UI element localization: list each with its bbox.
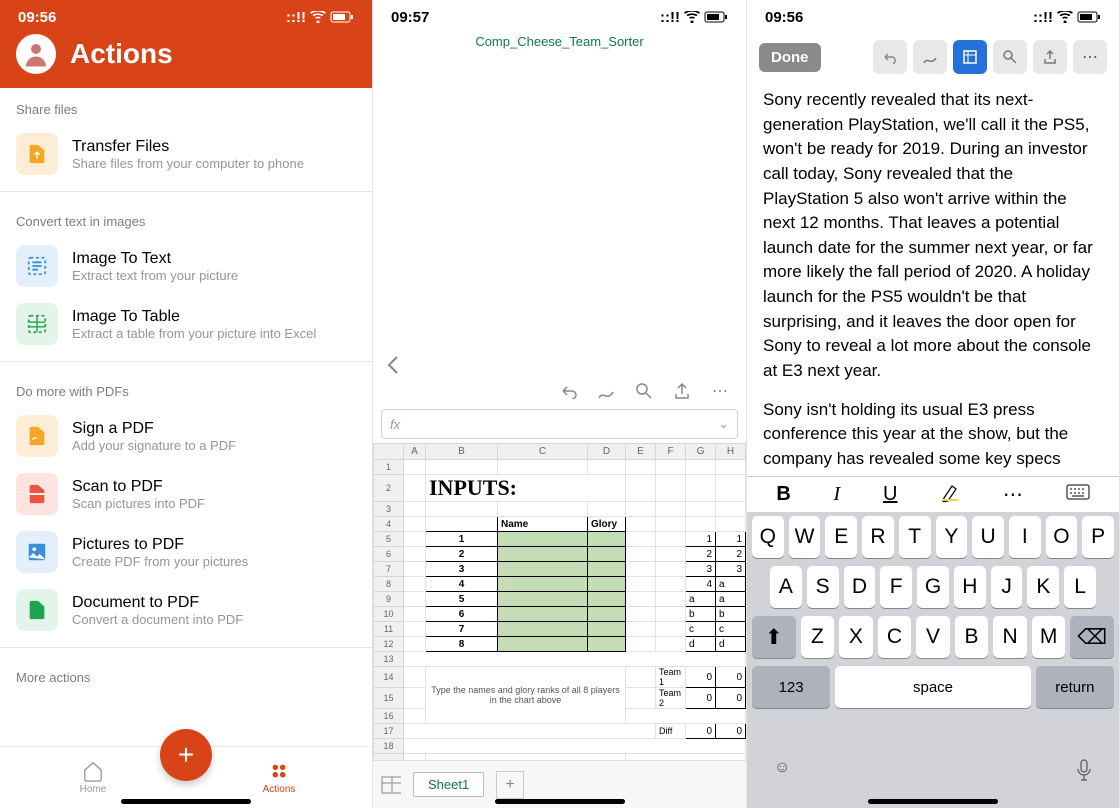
key-O[interactable]: O xyxy=(1046,516,1078,558)
back-icon[interactable] xyxy=(383,355,403,375)
home-indicator[interactable] xyxy=(121,799,251,804)
share-icon[interactable] xyxy=(1033,40,1067,74)
key-Y[interactable]: Y xyxy=(936,516,968,558)
key-N[interactable]: N xyxy=(993,616,1027,658)
search-icon[interactable] xyxy=(993,40,1027,74)
italic-button[interactable]: I xyxy=(834,483,841,506)
sheets-icon[interactable] xyxy=(381,775,401,795)
sign-pdf[interactable]: Sign a PDFAdd your signature to a PDF xyxy=(0,407,372,465)
layout-icon[interactable] xyxy=(953,40,987,74)
draw-icon[interactable] xyxy=(913,40,947,74)
num-key[interactable]: 123 xyxy=(752,666,830,708)
key-R[interactable]: R xyxy=(862,516,894,558)
done-button[interactable]: Done xyxy=(759,43,821,72)
key-J[interactable]: J xyxy=(991,566,1023,608)
section-more: More actions xyxy=(0,656,372,693)
key-B[interactable]: B xyxy=(955,616,989,658)
undo-icon[interactable] xyxy=(558,381,578,401)
space-key[interactable]: space xyxy=(835,666,1031,708)
shift-key[interactable]: ⬆ xyxy=(752,616,796,658)
formula-bar[interactable]: fx⌄ xyxy=(381,409,738,439)
mic-icon[interactable] xyxy=(1076,759,1092,786)
key-H[interactable]: H xyxy=(954,566,986,608)
transfer-files[interactable]: Transfer FilesShare files from your comp… xyxy=(0,125,372,183)
key-U[interactable]: U xyxy=(972,516,1004,558)
key-D[interactable]: D xyxy=(844,566,876,608)
clock: 09:57 xyxy=(391,9,429,26)
share-icon[interactable] xyxy=(672,381,692,401)
key-S[interactable]: S xyxy=(807,566,839,608)
key-A[interactable]: A xyxy=(770,566,802,608)
key-L[interactable]: L xyxy=(1064,566,1096,608)
sheet-tab[interactable]: Sheet1 xyxy=(413,772,484,797)
clock: 09:56 xyxy=(765,9,803,26)
key-G[interactable]: G xyxy=(917,566,949,608)
status-icons: ::!! xyxy=(1033,9,1101,26)
more-icon[interactable]: ⋯ xyxy=(710,381,730,401)
document-pdf[interactable]: Document to PDFConvert a document into P… xyxy=(0,581,372,639)
filename[interactable]: Comp_Cheese_Team_Sorter xyxy=(373,34,746,351)
undo-icon[interactable] xyxy=(873,40,907,74)
avatar[interactable] xyxy=(16,34,56,74)
emoji-icon[interactable]: ☺ xyxy=(774,759,790,786)
fab-add[interactable]: + xyxy=(160,729,212,781)
underline-button[interactable]: U xyxy=(883,483,897,506)
return-key[interactable]: return xyxy=(1036,666,1114,708)
image-to-table[interactable]: Image To TableExtract a table from your … xyxy=(0,295,372,353)
key-C[interactable]: C xyxy=(878,616,912,658)
key-Q[interactable]: Q xyxy=(752,516,784,558)
key-E[interactable]: E xyxy=(825,516,857,558)
key-K[interactable]: K xyxy=(1027,566,1059,608)
key-W[interactable]: W xyxy=(789,516,821,558)
keyboard-icon[interactable] xyxy=(1066,483,1090,506)
backspace-key[interactable]: ⌫ xyxy=(1070,616,1114,658)
pictures-pdf[interactable]: Pictures to PDFCreate PDF from your pict… xyxy=(0,523,372,581)
key-X[interactable]: X xyxy=(839,616,873,658)
scan-pdf[interactable]: Scan to PDFScan pictures into PDF xyxy=(0,465,372,523)
document-body[interactable]: Sony recently revealed that its next-gen… xyxy=(747,80,1119,476)
section-convert: Convert text in images xyxy=(0,200,372,237)
more-format-icon[interactable]: ⋯ xyxy=(1003,482,1023,507)
bold-button[interactable]: B xyxy=(776,483,790,506)
page-title: Actions xyxy=(70,38,173,70)
section-share: Share files xyxy=(0,88,372,125)
key-P[interactable]: P xyxy=(1082,516,1114,558)
image-to-text[interactable]: Image To TextExtract text from your pict… xyxy=(0,237,372,295)
home-indicator[interactable] xyxy=(868,799,998,804)
draw-icon[interactable] xyxy=(596,381,616,401)
clock: 09:56 xyxy=(18,9,56,26)
more-icon[interactable]: ⋯ xyxy=(1073,40,1107,74)
key-M[interactable]: M xyxy=(1032,616,1066,658)
home-indicator[interactable] xyxy=(495,799,625,804)
status-icons: ::!! xyxy=(660,9,728,26)
key-Z[interactable]: Z xyxy=(801,616,835,658)
key-V[interactable]: V xyxy=(916,616,950,658)
key-I[interactable]: I xyxy=(1009,516,1041,558)
add-sheet[interactable]: + xyxy=(496,771,524,799)
highlight-icon[interactable] xyxy=(940,482,960,508)
section-pdf: Do more with PDFs xyxy=(0,370,372,407)
keyboard: QWERTYUIOP ASDFGHJKL ⬆ ZXCVBNM ⌫ 123 spa… xyxy=(747,512,1119,808)
key-T[interactable]: T xyxy=(899,516,931,558)
search-icon[interactable] xyxy=(634,381,654,401)
status-icons: ::!! xyxy=(286,9,354,26)
key-F[interactable]: F xyxy=(880,566,912,608)
